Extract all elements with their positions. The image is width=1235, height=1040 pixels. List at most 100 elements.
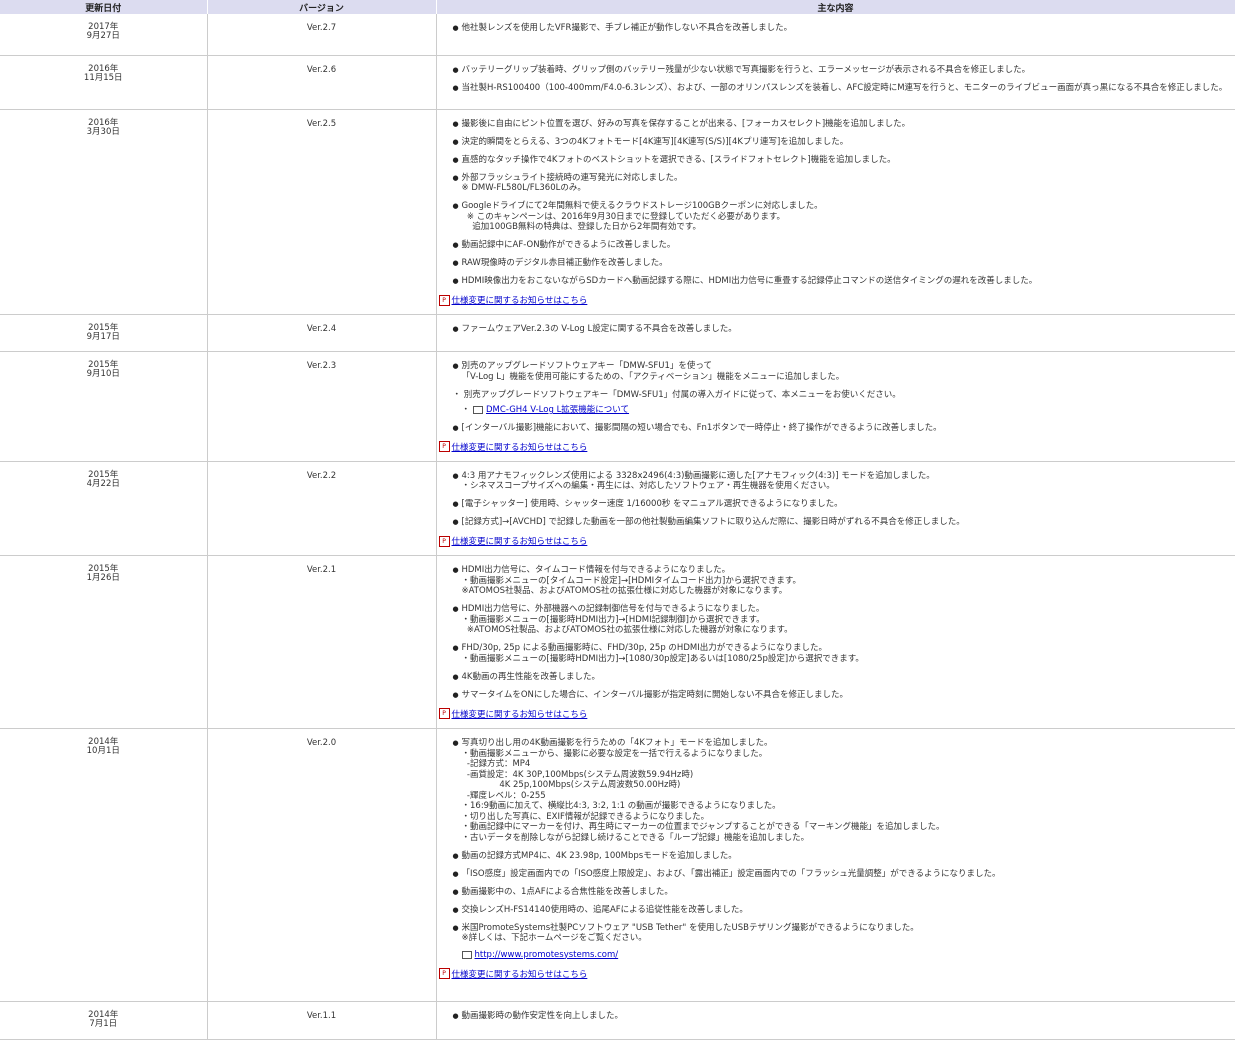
- item-text: 直感的なタッチ操作で4Kフォトのベストショットを選択できる、[スライドフォトセレ…: [461, 154, 896, 165]
- item-text: HDMI出力信号に、外部機器への記録制御信号を付与できるようになりました。 ・動…: [461, 604, 793, 635]
- external-link[interactable]: http://www.promotesystems.com/: [475, 950, 619, 961]
- pdf-icon: P: [438, 441, 450, 452]
- version-cell: Ver.2.6: [207, 55, 437, 110]
- date-month-day: 7月1日: [89, 1019, 118, 1029]
- list-item: FHD/30p, 25p による動画撮影時に、FHD/30p, 25p のHDM…: [453, 643, 1231, 664]
- notice-link[interactable]: 仕様変更に関するお知らせはこちら: [452, 441, 588, 453]
- item-text: 別売のアップグレードソフトウェアキー「DMW-SFU1」を使って 「V-Log …: [461, 361, 845, 382]
- date-month-day: 1月26日: [86, 573, 120, 583]
- version-cell: Ver.2.5: [207, 109, 437, 315]
- table-header-row: 更新日付 バージョン 主な内容: [0, 0, 1235, 14]
- change-list: [インターバル撮影]機能において、撮影間隔の短い場合でも、Fn1ボタンで一時停止…: [453, 423, 1231, 434]
- item-text: サマータイムをONにした場合に、インターバル撮影が指定時刻に開始しない不具合を修…: [461, 689, 849, 700]
- list-item: HDMI出力信号に、外部機器への記録制御信号を付与できるようになりました。 ・動…: [453, 604, 1231, 636]
- content-cell: 写真切り出し用の4K動画撮影を行うための「4Kフォト」モードを追加しました。 ・…: [436, 728, 1235, 1002]
- version-cell: Ver.2.0: [207, 728, 437, 1002]
- date-cell: 2015年 4月22日: [0, 461, 208, 556]
- pdf-icon: P: [438, 708, 450, 719]
- change-list: 動画撮影時の動作安定性を向上しました。: [453, 1011, 1231, 1022]
- list-item: 外部フラッシュライト接続時の連写発光に対応しました。 ※ DMW-FL580L/…: [453, 173, 1231, 194]
- item-text: 4K動画の再生性能を改善しました。: [461, 671, 600, 682]
- list-item: 撮影後に自由にピント位置を選び、好みの写真を保存することが出来る、[フォーカスセ…: [453, 119, 1231, 130]
- version-label: Ver.2.1: [306, 565, 337, 575]
- table-row: 2015年9月10日 Ver.2.3 別売のアップグレードソフトウェアキー「DMW-…: [0, 351, 1235, 462]
- list-item: 4K動画の再生性能を改善しました。: [453, 672, 1231, 683]
- notice-link[interactable]: 仕様変更に関するお知らせはこちら: [452, 535, 588, 547]
- list-item: 決定的瞬間をとらえる、3つの4Kフォトモード[4K連写][4K連写(S/S)][…: [453, 137, 1231, 148]
- content-cell: 撮影後に自由にピント位置を選び、好みの写真を保存することが出来る、[フォーカスセ…: [436, 109, 1235, 315]
- date-month-day: 10月1日: [86, 746, 120, 756]
- note-text: ・ 別売アップグレードソフトウェアキー「DMW-SFU1」付属の導入ガイドに従っ…: [452, 389, 901, 400]
- date-cell: 2016年 3月30日: [0, 109, 208, 315]
- item-text: 他社製レンズを使用したVFR撮影で、手ブレ補正が動作しない不具合を改善しました。: [461, 23, 793, 33]
- firmware-history-table: 更新日付 バージョン 主な内容 2017年9月27日 Ver.2.7 他社製レンズを…: [0, 0, 1235, 1040]
- item-text: 米国PromoteSystems社製PCソフトウェア "USB Tether" …: [461, 922, 919, 944]
- item-text: 決定的瞬間をとらえる、3つの4Kフォトモード[4K連写][4K連写(S/S)][…: [461, 136, 849, 147]
- version-label: Ver.1.1: [306, 1011, 337, 1021]
- notice-link-row: P 仕様変更に関するお知らせはこちら: [438, 535, 1231, 547]
- content-cell: 別売のアップグレードソフトウェアキー「DMW-SFU1」を使って 「V-Log …: [436, 351, 1235, 462]
- list-item: サマータイムをONにした場合に、インターバル撮影が指定時刻に開始しない不具合を修…: [453, 690, 1231, 701]
- item-text: 4:3 用アナモフィックレンズ使用による 3328x2496(4:3)動画撮影に…: [461, 470, 935, 492]
- notice-link[interactable]: 仕様変更に関するお知らせはこちら: [452, 968, 588, 980]
- list-item: 動画撮影中の、1点AFによる合焦性能を改善しました。: [453, 887, 1231, 898]
- notice-link-row: P 仕様変更に関するお知らせはこちら: [438, 441, 1231, 453]
- change-list: 写真切り出し用の4K動画撮影を行うための「4Kフォト」モードを追加しました。 ・…: [453, 738, 1231, 960]
- item-text: RAW現像時のデジタル赤目補正動作を改善しました。: [461, 258, 668, 268]
- change-list: 撮影後に自由にピント位置を選び、好みの写真を保存することが出来る、[フォーカスセ…: [453, 119, 1231, 287]
- notice-link[interactable]: 仕様変更に関するお知らせはこちら: [452, 708, 588, 720]
- date-month-day: 9月10日: [86, 369, 120, 379]
- change-list: バッテリーグリップ装着時、グリップ側のバッテリー残量が少ない状態で写真撮影を行う…: [453, 65, 1231, 94]
- notice-link-row: P 仕様変更に関するお知らせはこちら: [438, 708, 1231, 720]
- item-text: [記録方式]→[AVCHD] で記録した動画を一部の他社製動画編集ソフトに取り込…: [461, 517, 965, 527]
- table-row: 2017年9月27日 Ver.2.7 他社製レンズを使用したVFR撮影で、手ブレ補正…: [0, 14, 1235, 56]
- external-link-row: ・ DMC-GH4 V-Log L拡張機能について: [461, 405, 630, 416]
- list-item: 「ISO感度」設定画面内での「ISO感度上限設定」、および、「露出補正」設定画面…: [453, 869, 1231, 880]
- list-item: 写真切り出し用の4K動画撮影を行うための「4Kフォト」モードを追加しました。 ・…: [453, 738, 1231, 843]
- date-month-day: 4月22日: [86, 478, 120, 489]
- date-cell: 2015年 9月17日: [0, 314, 208, 352]
- item-text: 撮影後に自由にピント位置を選び、好みの写真を保存することが出来る、[フォーカスセ…: [461, 118, 911, 129]
- content-cell: HDMI出力信号に、タイムコード情報を付与できるようになりました。 ・動画撮影メ…: [436, 555, 1235, 729]
- item-text: 外部フラッシュライト接続時の連写発光に対応しました。 ※ DMW-FL580L/…: [461, 172, 683, 194]
- table-row: 2016年11月15日 Ver.2.6 バッテリーグリップ装着時、グリップ側のバッテ…: [0, 55, 1235, 110]
- list-item: バッテリーグリップ装着時、グリップ側のバッテリー残量が少ない状態で写真撮影を行う…: [453, 65, 1231, 76]
- header-version: バージョン: [207, 0, 437, 14]
- item-text: 動画の記録方式MP4に、4K 23.98p, 100Mbpsモードを追加しました…: [461, 850, 737, 861]
- external-link-row: http://www.promotesystems.com/: [461, 950, 1231, 961]
- header-content: 主な内容: [436, 0, 1235, 14]
- item-text: [インターバル撮影]機能において、撮影間隔の短い場合でも、Fn1ボタンで一時停止…: [461, 422, 942, 433]
- version-label: Ver.2.2: [306, 470, 337, 481]
- change-list: 他社製レンズを使用したVFR撮影で、手ブレ補正が動作しない不具合を改善しました。: [453, 23, 1231, 34]
- table-row: 2014年10月1日 Ver.2.0 写真切り出し用の4K動画撮影を行うための「4K…: [0, 728, 1235, 1002]
- version-cell: Ver.1.1: [207, 1001, 437, 1040]
- content-cell: 動画撮影時の動作安定性を向上しました。: [436, 1001, 1235, 1040]
- notice-link[interactable]: 仕様変更に関するお知らせはこちら: [452, 294, 588, 306]
- content-cell: 他社製レンズを使用したVFR撮影で、手ブレ補正が動作しない不具合を改善しました。: [436, 14, 1235, 56]
- date-month-day: 11月15日: [83, 72, 123, 83]
- date-cell: 2014年 7月1日: [0, 1001, 208, 1040]
- date-cell: 2014年 10月1日: [0, 728, 208, 1002]
- version-cell: Ver.2.7: [207, 14, 437, 56]
- list-item: [電子シャッター] 使用時、シャッター速度 1/16000秒 をマニュアル選択で…: [453, 499, 1231, 510]
- pdf-icon: P: [438, 535, 450, 547]
- date-cell: 2017年 9月27日: [0, 14, 208, 56]
- version-cell: Ver.2.4: [207, 314, 437, 352]
- version-label: Ver.2.5: [306, 118, 337, 129]
- item-text: 交換レンズH-FS14140使用時の、追尾AFによる追従性能を改善しました。: [461, 904, 748, 915]
- content-cell: ファームウェアVer.2.3の V-Log L設定に関する不具合を改善しました。: [436, 314, 1235, 352]
- item-text: 当社製H-RS100400（100-400mm/F4.0-6.3レンズ）、および…: [461, 82, 1228, 93]
- date-cell: 2016年 11月15日: [0, 55, 208, 110]
- table-row: 2015年4月22日 Ver.2.2 4:3 用アナモフィックレンズ使用による 33…: [0, 461, 1235, 556]
- list-item: 4:3 用アナモフィックレンズ使用による 3328x2496(4:3)動画撮影に…: [453, 471, 1231, 492]
- table-row: 2015年1月26日 Ver.2.1 HDMI出力信号に、タイムコード情報を付与でき…: [0, 555, 1235, 729]
- list-item: ファームウェアVer.2.3の V-Log L設定に関する不具合を改善しました。: [453, 324, 1231, 335]
- date-month-day: 9月27日: [86, 31, 120, 41]
- version-cell: Ver.2.3: [207, 351, 437, 462]
- version-cell: Ver.2.1: [207, 555, 437, 729]
- list-item: 動画の記録方式MP4に、4K 23.98p, 100Mbpsモードを追加しました…: [453, 851, 1231, 862]
- date-cell: 2015年 9月10日: [0, 351, 208, 462]
- list-item: [インターバル撮影]機能において、撮影間隔の短い場合でも、Fn1ボタンで一時停止…: [453, 423, 1231, 434]
- external-link[interactable]: DMC-GH4 V-Log L拡張機能について: [486, 405, 629, 416]
- header-date: 更新日付: [0, 0, 208, 14]
